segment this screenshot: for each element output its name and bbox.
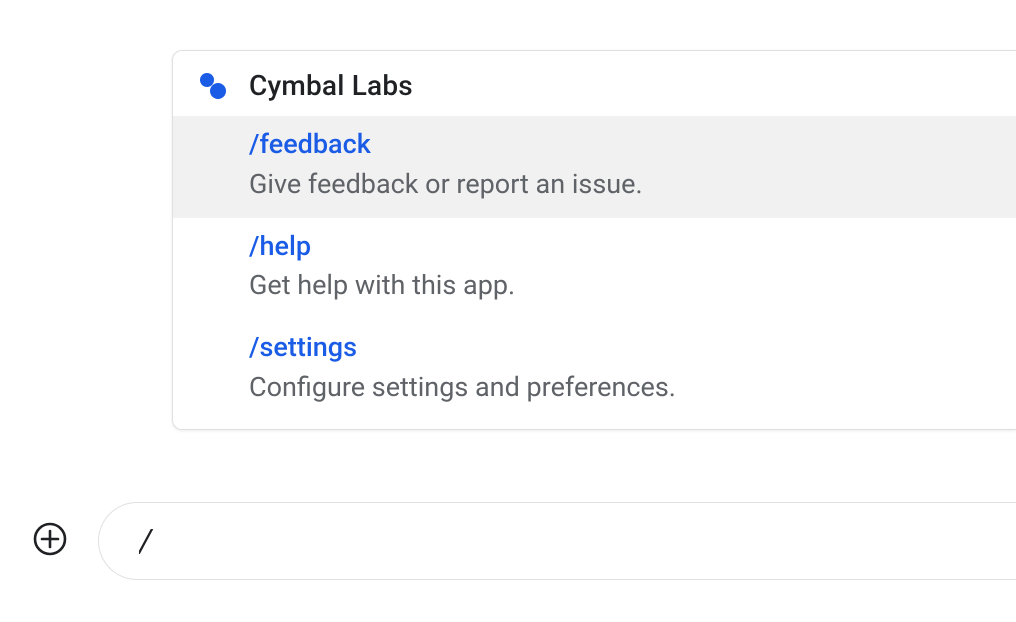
- command-desc: Configure settings and preferences.: [249, 369, 988, 407]
- message-input-container[interactable]: [98, 502, 1016, 580]
- popup-app-title: Cymbal Labs: [249, 69, 413, 102]
- message-input[interactable]: [139, 522, 976, 560]
- command-desc: Get help with this app.: [249, 267, 988, 305]
- command-name: /settings: [249, 329, 988, 367]
- add-button[interactable]: [30, 521, 70, 561]
- command-item-feedback[interactable]: /feedback Give feedback or report an iss…: [173, 116, 1016, 218]
- command-name: /help: [249, 228, 988, 266]
- popup-header: Cymbal Labs: [173, 51, 1016, 116]
- app-logo-icon: [197, 71, 227, 101]
- plus-circle-icon: [32, 521, 68, 561]
- command-item-settings[interactable]: /settings Configure settings and prefere…: [173, 319, 1016, 421]
- slash-command-popup: Cymbal Labs /feedback Give feedback or r…: [172, 50, 1016, 430]
- command-name: /feedback: [249, 126, 988, 164]
- command-item-help[interactable]: /help Get help with this app.: [173, 218, 1016, 320]
- command-desc: Give feedback or report an issue.: [249, 166, 988, 204]
- compose-row: [30, 502, 1016, 580]
